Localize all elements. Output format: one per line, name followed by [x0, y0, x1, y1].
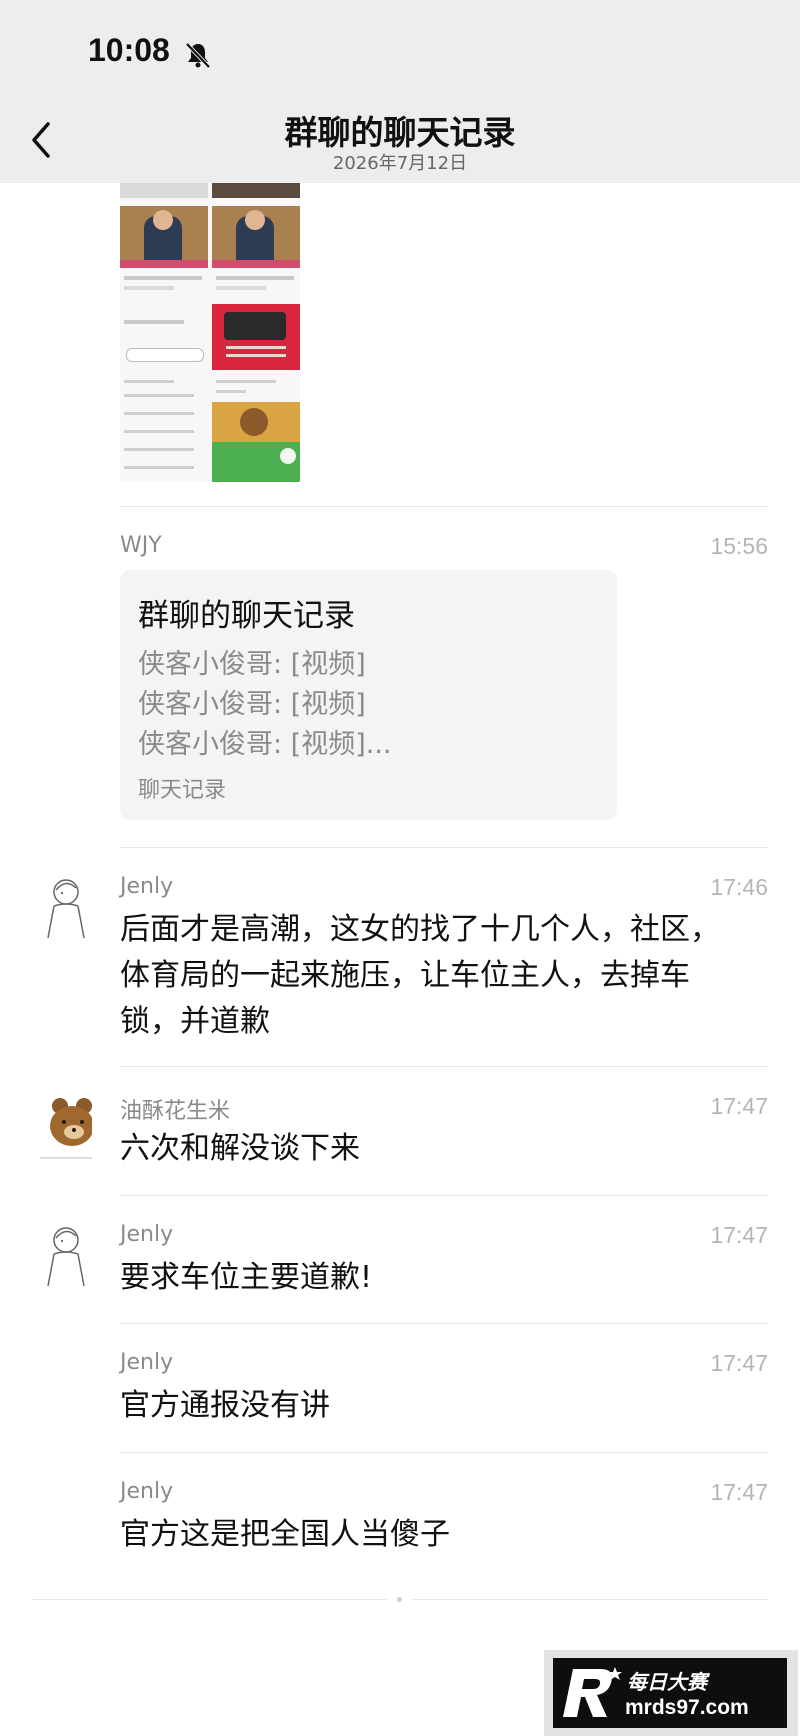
message-divider: [120, 506, 768, 507]
bell-muted-icon: [185, 42, 211, 69]
sender-name: Jenly: [120, 874, 174, 899]
card-footer-label: 聊天记录: [138, 778, 227, 803]
message-text: 后面才是高潮，这女的找了十几个人，社区， 体育局的一起来施压，让车位主人，去掉车…: [120, 907, 760, 1045]
message-divider: [120, 1452, 768, 1453]
message-text: 官方通报没有讲: [120, 1388, 330, 1423]
card-title: 群聊的聊天记录: [138, 598, 355, 634]
message-time: 17:47: [710, 1479, 768, 1505]
sender-name: Jenly: [120, 1222, 174, 1247]
end-divider-right: [412, 1599, 768, 1600]
message-time: 17:46: [710, 874, 768, 900]
avatar-sketch-person[interactable]: [40, 1224, 92, 1288]
sender-name: 油酥花生米: [120, 1099, 231, 1124]
message-text: 官方这是把全国人当傻子: [120, 1517, 450, 1552]
sender-name: Jenly: [120, 1350, 174, 1375]
avatar-bear[interactable]: [40, 1096, 92, 1160]
page-subtitle-date: 2026年7月12日: [332, 153, 468, 174]
message-text: 六次和解没谈下来: [120, 1131, 360, 1166]
watermark-brand: 每日大赛: [627, 1670, 707, 1694]
nav-header: 10:08 群聊的聊天记录 2026年7月12日: [0, 0, 800, 183]
page-title: 群聊的聊天记录: [284, 113, 516, 152]
chat-history-card[interactable]: 群聊的聊天记录 侠客小俊哥: [视频] 侠客小俊哥: [视频] 侠客小俊哥: […: [120, 570, 617, 820]
sender-name: WJY: [120, 533, 162, 558]
message-divider: [120, 1323, 768, 1324]
message-divider: [120, 1066, 768, 1067]
message-time: 17:47: [710, 1093, 768, 1119]
message-time: 15:56: [710, 533, 768, 559]
message-divider: [120, 1195, 768, 1196]
image-message-thumbnail[interactable]: [120, 180, 300, 482]
watermark-badge: 每日大赛 mrds97.com: [544, 1650, 798, 1736]
card-preview-line: 侠客小俊哥: [视频]: [138, 689, 366, 720]
end-divider-left: [32, 1599, 387, 1600]
status-bar-time: 10:08: [88, 32, 170, 68]
card-preview-line: 侠客小俊哥: [视频]...: [138, 729, 392, 760]
sender-name: Jenly: [120, 1479, 174, 1504]
end-dot: [397, 1597, 402, 1602]
message-text-line: 后面才是高潮，这女的找了十几个人，社区，: [120, 912, 720, 947]
message-time: 17:47: [710, 1222, 768, 1248]
card-preview-line: 侠客小俊哥: [视频]: [138, 649, 366, 680]
message-text-line: 锁，并道歉: [120, 1004, 270, 1039]
watermark-url: mrds97.com: [625, 1696, 749, 1719]
avatar-sketch-person[interactable]: [40, 876, 92, 940]
message-text-line: 体育局的一起来施压，让车位主人，去掉车: [120, 958, 690, 993]
watermark-logo-icon: [563, 1667, 622, 1717]
message-time: 17:47: [710, 1350, 768, 1376]
message-divider: [120, 847, 768, 848]
message-text: 要求车位主要道歉!: [120, 1260, 373, 1295]
